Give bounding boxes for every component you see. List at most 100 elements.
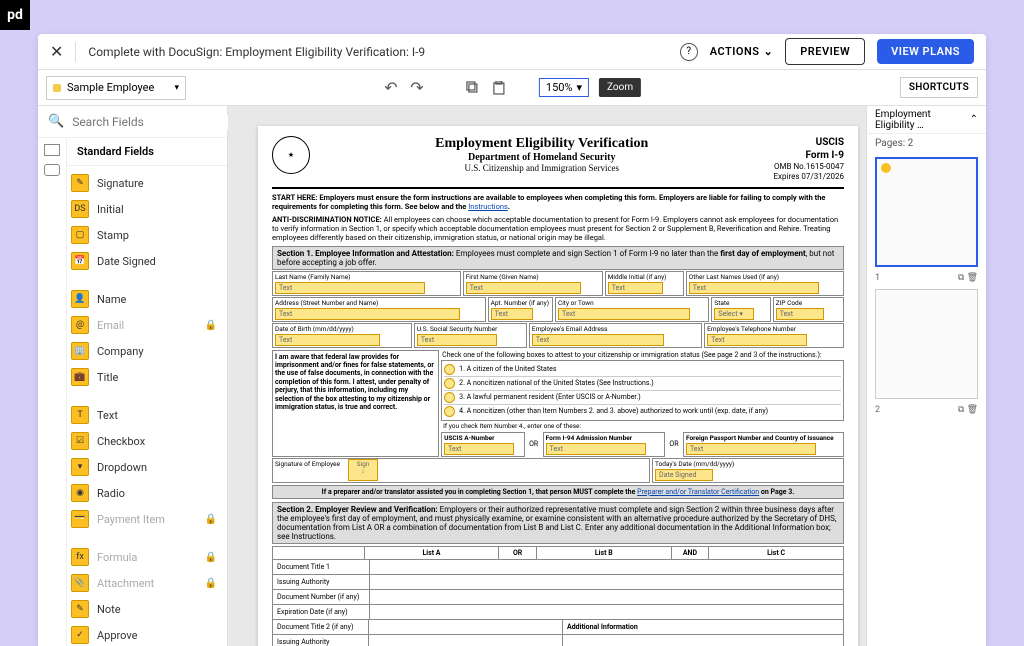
paste-icon[interactable] xyxy=(491,80,507,96)
zoom-select[interactable]: 150%▾ xyxy=(539,78,589,97)
pages-count: Pages: 2 xyxy=(867,134,986,153)
field-icon: DS xyxy=(71,200,89,218)
document-page: ★ Employment Eligibility Verification De… xyxy=(258,126,858,646)
lock-icon: 🔒 xyxy=(205,552,217,563)
page-thumbnail-1[interactable] xyxy=(875,157,978,267)
text-field[interactable]: Text xyxy=(707,334,807,346)
field-company[interactable]: 🏢Company xyxy=(67,338,227,364)
tab-standard-fields-icon[interactable] xyxy=(44,144,60,156)
field-icon: 💳 xyxy=(71,510,89,528)
help-icon[interactable]: ? xyxy=(680,43,698,61)
text-field[interactable]: Text xyxy=(417,334,497,346)
app-logo: pd xyxy=(0,0,30,30)
field-icon: 🏢 xyxy=(71,342,89,360)
radio-field[interactable] xyxy=(444,392,455,403)
toolbar-center: ↶ ↷ 150%▾ Zoom xyxy=(383,78,641,97)
text-field[interactable]: Text xyxy=(491,308,533,320)
preparer-link[interactable]: Preparer and/or Translator Certification xyxy=(637,488,759,496)
field-icon: 📅 xyxy=(71,252,89,270)
text-field[interactable]: Text xyxy=(546,443,646,455)
actions-button[interactable]: ACTIONS ⌄ xyxy=(710,45,774,58)
field-icon: ▾ xyxy=(71,458,89,476)
search-row: 🔍 ✕ xyxy=(38,106,227,138)
divider xyxy=(75,42,76,62)
text-field[interactable]: Text xyxy=(466,282,581,294)
field-icon: ✓ xyxy=(71,626,89,644)
page-title: Complete with DocuSign: Employment Eligi… xyxy=(88,45,667,59)
page-thumbnail-2[interactable] xyxy=(875,289,978,399)
form-subtitle: Department of Homeland Security xyxy=(310,152,773,163)
text-field[interactable]: Text xyxy=(275,308,460,320)
chevron-down-icon: ▾ xyxy=(577,81,583,94)
view-plans-button[interactable]: VIEW PLANS xyxy=(877,39,974,64)
copy-page-icon[interactable]: ⧉ xyxy=(958,273,964,283)
select-field[interactable]: Select ▾ xyxy=(714,308,754,320)
text-field[interactable]: Text xyxy=(776,308,824,320)
instructions-link[interactable]: Instructions xyxy=(468,202,508,211)
page-number: 2 xyxy=(875,405,880,415)
chevron-down-icon: ⌄ xyxy=(764,45,774,58)
left-panel: 🔍 ✕ Standard Fields ✎SignatureDSInitial▢… xyxy=(38,106,228,646)
search-input[interactable] xyxy=(72,115,228,129)
radio-field[interactable] xyxy=(444,406,455,417)
canvas-area[interactable]: ★ Employment Eligibility Verification De… xyxy=(228,106,866,646)
text-field[interactable]: Text xyxy=(686,443,816,455)
recipient-select[interactable]: Sample Employee ▾ xyxy=(46,76,186,100)
field-attachment: 📎Attachment🔒 xyxy=(67,570,227,596)
copy-page-icon[interactable]: ⧉ xyxy=(958,405,964,415)
redo-icon[interactable]: ↷ xyxy=(409,80,425,96)
date-signed-field[interactable]: Date Signed xyxy=(655,469,713,481)
right-panel: Employment Eligibility … ⌃ Pages: 2 1⧉ 🗑… xyxy=(866,106,986,646)
undo-icon[interactable]: ↶ xyxy=(383,80,399,96)
recipient-name: Sample Employee xyxy=(67,81,154,94)
text-field[interactable]: Text xyxy=(689,282,819,294)
field-icon: fx xyxy=(71,548,89,566)
form-meta: USCIS Form I-9 OMB No.1615-0047 Expires … xyxy=(773,136,844,183)
close-icon[interactable]: ✕ xyxy=(50,42,63,61)
field-title[interactable]: 💼Title xyxy=(67,364,227,390)
field-icon: ✎ xyxy=(71,600,89,618)
field-date-signed[interactable]: 📅Date Signed xyxy=(67,248,227,274)
text-field[interactable]: Text xyxy=(275,282,425,294)
delete-page-icon[interactable]: 🗑 xyxy=(967,405,978,415)
chevron-up-icon[interactable]: ⌃ xyxy=(970,114,978,125)
field-signature[interactable]: ✎Signature xyxy=(67,170,227,196)
text-field[interactable]: Text xyxy=(532,334,664,346)
field-note[interactable]: ✎Note xyxy=(67,596,227,622)
field-dropdown[interactable]: ▾Dropdown xyxy=(67,454,227,480)
text-field[interactable]: Text xyxy=(275,334,380,346)
tab-custom-fields-icon[interactable] xyxy=(44,164,60,176)
field-payment-item: 💳Payment Item🔒 xyxy=(67,506,227,532)
text-field[interactable]: Text xyxy=(558,308,690,320)
field-icon: ✎ xyxy=(71,174,89,192)
section1-bar: Section 1. Employee Information and Atte… xyxy=(272,246,844,270)
radio-field[interactable] xyxy=(444,378,455,389)
field-initial[interactable]: DSInitial xyxy=(67,196,227,222)
field-approve[interactable]: ✓Approve xyxy=(67,622,227,646)
shortcuts-button[interactable]: SHORTCUTS xyxy=(900,77,978,98)
text-field[interactable]: Text xyxy=(444,443,514,455)
field-stamp[interactable]: ▢Stamp xyxy=(67,222,227,248)
delete-page-icon[interactable]: 🗑 xyxy=(967,273,978,283)
field-name[interactable]: 👤Name xyxy=(67,286,227,312)
copy-icon[interactable] xyxy=(465,80,481,96)
signature-field[interactable]: Sign↓ xyxy=(348,459,378,481)
lock-icon: 🔒 xyxy=(205,320,217,331)
field-text[interactable]: TText xyxy=(67,402,227,428)
lock-icon: 🔒 xyxy=(205,514,217,525)
toolbar: Sample Employee ▾ ↶ ↷ 150%▾ Zoom SHORTCU… xyxy=(38,70,986,106)
field-icon: 📎 xyxy=(71,574,89,592)
field-checkbox[interactable]: ☑Checkbox xyxy=(67,428,227,454)
panel-tabs xyxy=(38,138,66,646)
field-radio[interactable]: ◉Radio xyxy=(67,480,227,506)
field-email: @Email🔒 xyxy=(67,312,227,338)
field-icon: 💼 xyxy=(71,368,89,386)
preview-button[interactable]: PREVIEW xyxy=(785,38,865,65)
field-icon: ◉ xyxy=(71,484,89,502)
field-indicator-icon xyxy=(881,163,891,173)
field-icon: ▢ xyxy=(71,226,89,244)
panel-section-header: Standard Fields xyxy=(67,138,227,166)
text-field[interactable]: Text xyxy=(608,282,663,294)
radio-field[interactable] xyxy=(444,364,455,375)
field-icon: ☑ xyxy=(71,432,89,450)
